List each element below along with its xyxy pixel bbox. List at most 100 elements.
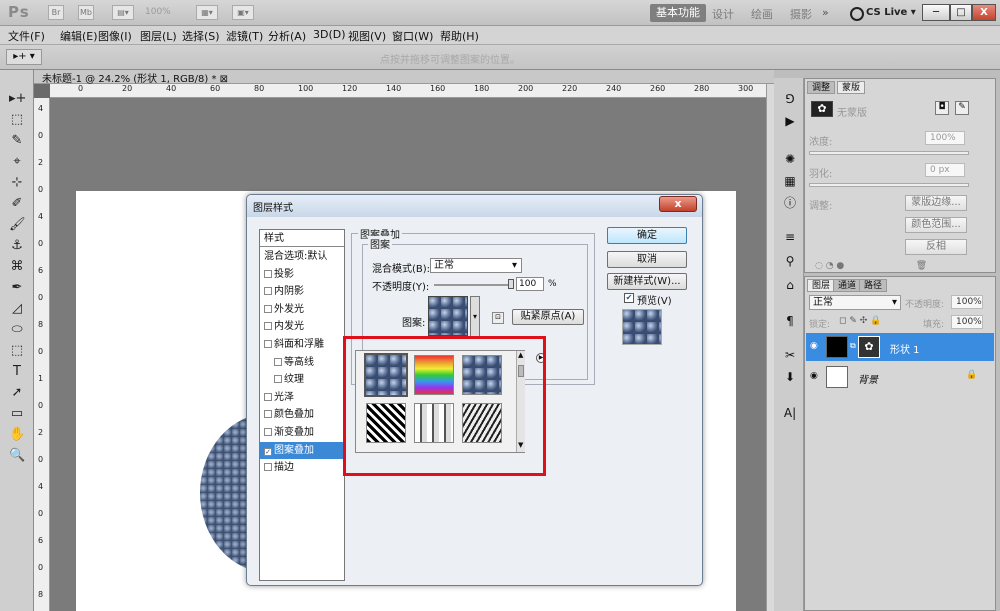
opacity-slider[interactable]: [434, 284, 512, 286]
minimize-button[interactable]: ─: [922, 4, 950, 21]
swatches-icon[interactable]: ▦: [783, 174, 797, 188]
opacity-field[interactable]: 100%: [951, 295, 983, 309]
tool-icon[interactable]: ⊹: [9, 176, 25, 190]
style-checkbox[interactable]: [264, 269, 272, 278]
pattern-picker-arrow[interactable]: ▾: [470, 296, 480, 338]
horizontal-ruler[interactable]: 0 20 40 60 80 100 120 140 160 180 200 220 240 260 280 3…: [50, 84, 774, 98]
bridge-button[interactable]: Br: [48, 5, 64, 20]
arrange-documents-button[interactable]: ▦▾: [196, 5, 218, 20]
tool-icon[interactable]: ⌘: [9, 260, 25, 274]
style-item[interactable]: ✓ 图案叠加: [260, 441, 344, 459]
tab-layers[interactable]: 图层: [807, 279, 836, 292]
style-item[interactable]: 斜面和浮雕: [260, 336, 344, 353]
character-icon[interactable]: A|: [783, 406, 797, 420]
style-checkbox[interactable]: [264, 322, 272, 331]
pattern-swatch[interactable]: [428, 296, 468, 336]
dialog-close-button[interactable]: x: [659, 196, 697, 212]
clone-source-icon[interactable]: ⚲: [783, 254, 797, 268]
tool-icon[interactable]: ⬚: [9, 113, 25, 127]
menu-analysis[interactable]: 分析(A): [268, 28, 306, 44]
style-checkbox[interactable]: [264, 392, 272, 401]
style-item[interactable]: 纹理: [260, 371, 344, 388]
layer-fill-thumbnail[interactable]: [826, 336, 848, 358]
density-slider[interactable]: [809, 151, 969, 155]
tool-icon[interactable]: ⚓: [9, 239, 25, 253]
tool-icon[interactable]: ✒: [9, 281, 25, 295]
maximize-button[interactable]: □: [950, 4, 972, 21]
new-style-button[interactable]: 新建样式(W)...: [607, 273, 687, 290]
style-checkbox[interactable]: [264, 287, 272, 296]
tool-preset-picker[interactable]: ▸+ ▾: [6, 49, 42, 65]
mask-edge-button[interactable]: 蒙版边缘...: [905, 195, 967, 211]
tool-icon[interactable]: ✐: [9, 197, 25, 211]
workspace-photography[interactable]: 摄影: [790, 6, 812, 22]
color-range-button[interactable]: 颜色范围...: [905, 217, 967, 233]
style-item[interactable]: 描边: [260, 459, 344, 476]
styles-icon[interactable]: ⬇: [783, 370, 797, 384]
invert-button[interactable]: 反相: [905, 239, 967, 255]
style-item[interactable]: 颜色叠加: [260, 406, 344, 423]
tool-icon[interactable]: 🔍: [9, 449, 25, 463]
opacity-input[interactable]: 100: [516, 277, 544, 291]
tool-icon[interactable]: 🖌: [9, 218, 26, 232]
style-item[interactable]: 混合选项:默认: [260, 248, 344, 265]
ok-button[interactable]: 确定: [607, 227, 687, 244]
layer-row-background[interactable]: ◉ 背景 🔒: [806, 363, 994, 391]
style-checkbox[interactable]: [264, 410, 272, 419]
tool-icon[interactable]: T: [9, 365, 25, 379]
layer-name[interactable]: 形状 1: [890, 341, 920, 356]
tool-icon[interactable]: ✎: [9, 134, 25, 148]
style-checkbox[interactable]: [264, 463, 272, 472]
new-preset-icon[interactable]: ⊡: [492, 312, 504, 324]
tool-icon[interactable]: ⌖: [9, 155, 25, 169]
preview-checkbox[interactable]: ✔: [624, 293, 634, 303]
styles-header[interactable]: 样式: [260, 230, 344, 247]
style-item[interactable]: 光泽: [260, 389, 344, 406]
layer-name[interactable]: 背景: [858, 371, 878, 386]
feather-slider[interactable]: [809, 183, 969, 187]
menu-help[interactable]: 帮助(H): [440, 28, 479, 44]
style-item[interactable]: 投影: [260, 266, 344, 283]
3d-icon[interactable]: ✂: [783, 348, 797, 362]
style-checkbox[interactable]: [264, 340, 272, 348]
vertical-ruler[interactable]: 4 0 2 0 4 0 6 0 8 0 1 0 2 0 4 0 6 0 8: [34, 98, 50, 611]
style-item[interactable]: 内发光: [260, 318, 344, 335]
view-extras-button[interactable]: ▤▾: [112, 5, 134, 20]
blend-mode-dropdown[interactable]: 正常 ▾: [430, 258, 522, 273]
paragraph-icon[interactable]: ¶: [783, 314, 797, 328]
style-checkbox[interactable]: [274, 375, 282, 384]
style-item[interactable]: 外发光: [260, 301, 344, 318]
tool-presets-icon[interactable]: ⌂: [783, 278, 797, 292]
minibridge-button[interactable]: Mb: [78, 5, 94, 20]
menu-edit[interactable]: 编辑(E): [60, 28, 98, 44]
close-button[interactable]: X: [972, 4, 996, 21]
tool-icon[interactable]: ▸+: [9, 92, 26, 106]
fill-field[interactable]: 100%: [951, 315, 983, 329]
tool-icon[interactable]: ✋: [9, 428, 25, 442]
more-workspaces-icon[interactable]: »: [822, 6, 829, 19]
zoom-level[interactable]: 100%: [145, 7, 171, 17]
menu-file[interactable]: 文件(F): [8, 28, 45, 44]
lock-icons[interactable]: ◻ ✎ ✣ 🔒: [839, 316, 881, 326]
tab-masks[interactable]: 蒙版: [837, 81, 866, 94]
actions-icon[interactable]: ▶: [783, 114, 797, 128]
density-field[interactable]: 100%: [925, 131, 965, 145]
feather-field[interactable]: 0 px: [925, 163, 965, 177]
snap-to-origin-button[interactable]: 贴紧原点(A): [512, 309, 584, 325]
opacity-slider-thumb[interactable]: [508, 279, 514, 289]
tool-icon[interactable]: ➚: [9, 386, 25, 400]
style-item[interactable]: 内阴影: [260, 283, 344, 300]
tool-icon[interactable]: ⬭: [9, 323, 25, 337]
vector-mask-thumbnail[interactable]: ✿: [858, 336, 880, 358]
style-item[interactable]: 等高线: [260, 354, 344, 371]
style-checkbox[interactable]: [264, 304, 272, 313]
add-vector-mask-button[interactable]: ✎: [955, 101, 969, 115]
tool-icon[interactable]: ◿: [9, 302, 25, 316]
tab-channels[interactable]: 通道: [833, 279, 862, 292]
workspace-design[interactable]: 设计: [712, 6, 734, 22]
cancel-button[interactable]: 取消: [607, 251, 687, 268]
visibility-eye-icon[interactable]: ◉: [810, 341, 818, 351]
menu-window[interactable]: 窗口(W): [392, 28, 433, 44]
cs-live-button[interactable]: CS Live ▾: [848, 4, 920, 22]
tab-paths[interactable]: 路径: [859, 279, 888, 292]
